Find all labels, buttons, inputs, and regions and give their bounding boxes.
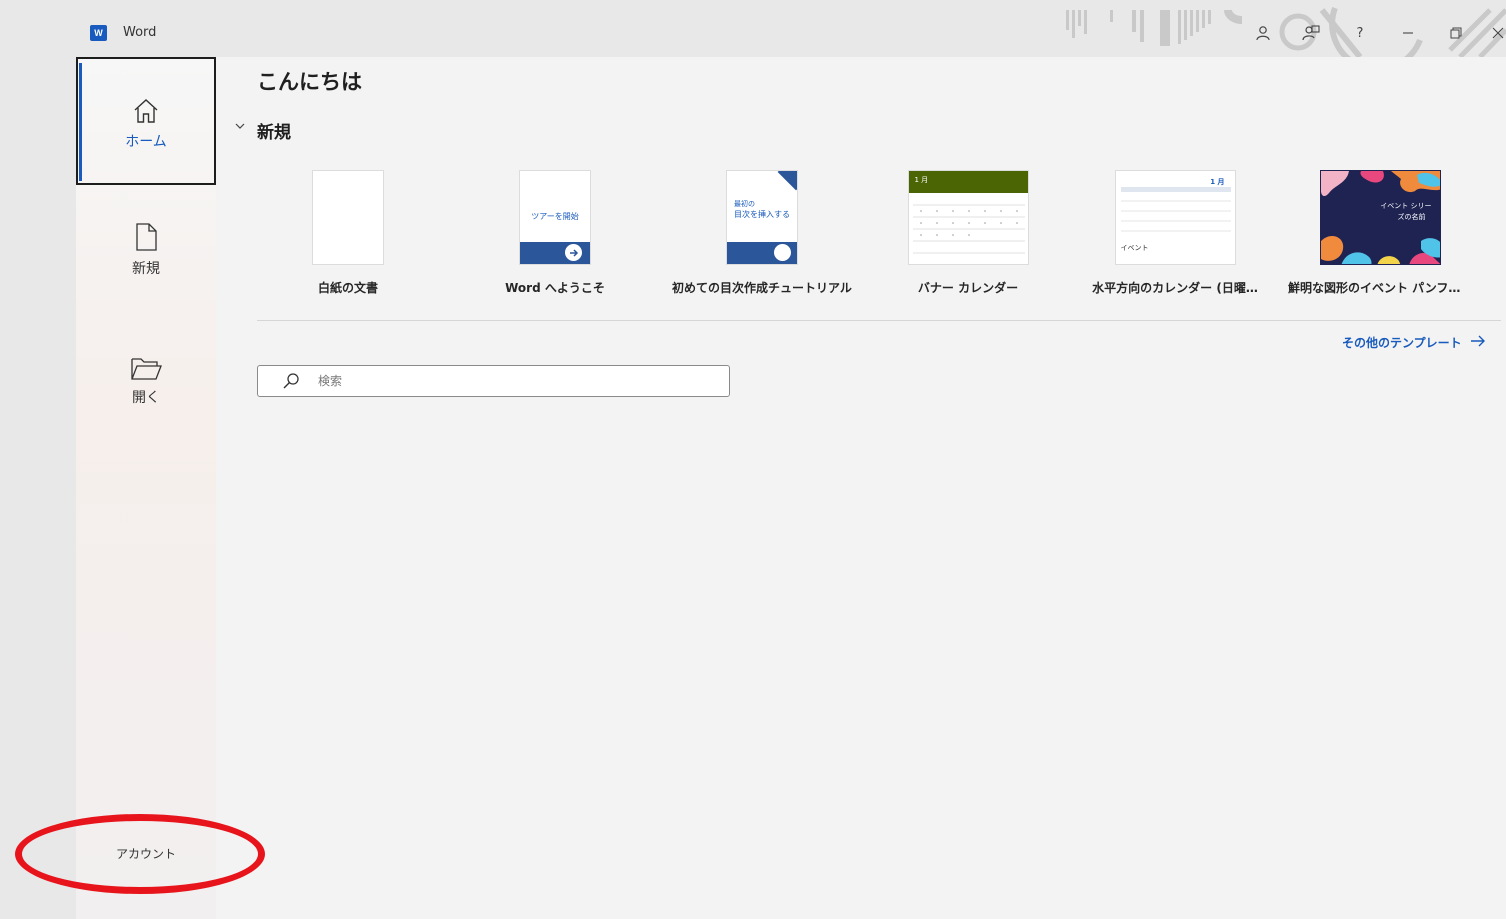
template-thumbnail: 最初の 目次を挿入する — [726, 170, 798, 265]
help-icon[interactable]: ? — [1347, 20, 1373, 46]
home-icon — [132, 95, 160, 125]
thumbnail-text: 1 月 — [914, 176, 929, 184]
title-bar-decoration — [1060, 0, 1506, 57]
more-templates-label: その他のテンプレート — [1342, 336, 1462, 350]
new-section-title: 新規 — [257, 123, 291, 143]
thumbnail-text: 最初の — [734, 200, 755, 208]
template-welcome-to-word[interactable]: ツアーを開始 Word へようこそ — [463, 170, 647, 296]
thumbnail-text: イベント — [1120, 244, 1149, 252]
template-thumbnail: イベント シリー ズの名前 — [1319, 170, 1441, 265]
more-templates-link[interactable]: その他のテンプレート — [1342, 334, 1486, 351]
restore-icon[interactable] — [1443, 20, 1469, 46]
arrow-right-icon — [565, 244, 582, 261]
feedback-icon[interactable] — [1298, 20, 1324, 46]
thumbnail-text: 1 月 — [1210, 178, 1225, 186]
open-folder-icon — [130, 351, 162, 381]
template-label: バナー カレンダー — [917, 281, 1019, 295]
template-label: 鮮明な図形のイベント パンフレ… — [1288, 281, 1472, 295]
thumbnail-text: 目次を挿入する — [734, 210, 790, 219]
template-thumbnail: ツアーを開始 — [519, 170, 591, 265]
template-horizontal-calendar[interactable]: 1 月 イベント 水平方向のカレンダー (日曜… — [1083, 170, 1267, 296]
search-icon — [282, 372, 302, 390]
template-label: 初めての目次作成チュートリアル — [672, 281, 852, 295]
sidebar-item-account[interactable]: アカウント — [76, 845, 216, 862]
sidebar-item-label: 開く — [132, 390, 160, 406]
template-event-pamphlet[interactable]: イベント シリー ズの名前 鮮明な図形のイベント パンフレ… — [1288, 170, 1472, 296]
template-label: 水平方向のカレンダー (日曜… — [1092, 281, 1258, 295]
close-icon[interactable] — [1490, 20, 1506, 46]
template-thumbnail — [312, 170, 384, 265]
template-banner-calendar[interactable]: 1 月 バナー カレンダー — [876, 170, 1060, 296]
sidebar-item-new[interactable]: 新規 — [76, 186, 216, 314]
thumbnail-text: イベント シリー — [1380, 202, 1432, 210]
thumbnail-text: ツアーを開始 — [531, 212, 579, 221]
chevron-down-icon[interactable] — [234, 120, 246, 136]
template-blank-document[interactable]: 白紙の文書 — [256, 170, 440, 296]
template-thumbnail: 1 月 — [907, 170, 1029, 265]
template-thumbnail: 1 月 イベント — [1114, 170, 1236, 265]
search-input[interactable] — [318, 374, 698, 388]
minimize-icon[interactable] — [1395, 20, 1421, 46]
sidebar-item-label: 新規 — [132, 261, 160, 277]
sidebar-item-label: ホーム — [125, 134, 167, 150]
template-toc-tutorial[interactable]: 最初の 目次を挿入する 初めての目次作成チュートリアル — [670, 170, 854, 296]
sidebar-item-open[interactable]: 開く — [76, 315, 216, 443]
app-title: Word — [123, 25, 157, 40]
thumbnail-text: ズの名前 — [1397, 213, 1426, 221]
greeting-heading: こんにちは — [257, 70, 362, 94]
template-label: 白紙の文書 — [317, 281, 378, 295]
sidebar-item-label: アカウント — [115, 847, 176, 861]
search-box[interactable] — [257, 365, 730, 397]
word-logo-icon: W — [90, 25, 107, 41]
sidebar-item-home[interactable]: ホーム — [76, 57, 216, 185]
section-divider — [257, 320, 1501, 321]
new-document-icon — [134, 222, 158, 252]
arrow-right-icon — [1470, 335, 1486, 350]
account-avatar-icon[interactable] — [1250, 20, 1276, 46]
template-label: Word へようこそ — [505, 281, 605, 295]
